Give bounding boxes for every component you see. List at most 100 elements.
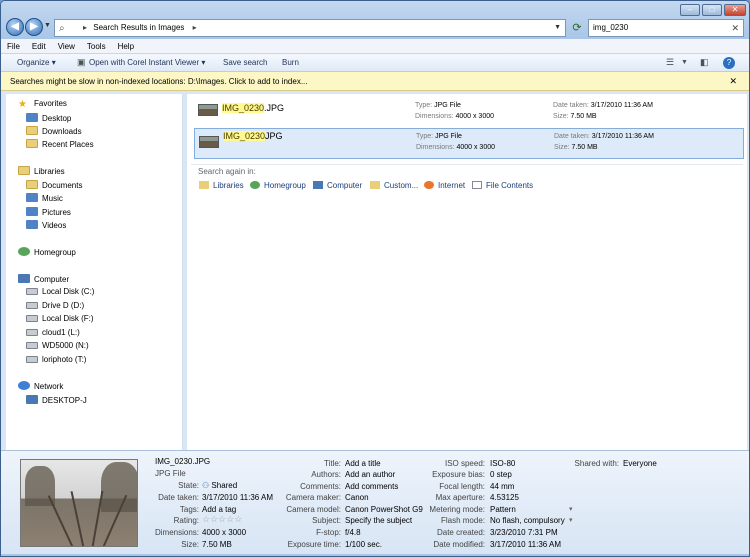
nav-music[interactable]: Music (26, 193, 63, 203)
search-input[interactable]: img_0230 ✕ (588, 19, 744, 37)
documents-icon (26, 180, 38, 189)
network-drive-icon (26, 356, 38, 363)
recent-places-icon (26, 139, 38, 148)
details-focal-length[interactable]: 44 mm (490, 482, 514, 491)
menu-file[interactable]: File (1, 39, 26, 51)
close-infobar-icon[interactable]: ✕ (729, 76, 737, 87)
metering-dropdown-icon[interactable]: ▾ (569, 505, 573, 513)
search-again-file-contents[interactable]: File Contents (472, 181, 533, 190)
details-authors[interactable]: Add an author (345, 470, 395, 479)
nav-drive-n[interactable]: WD5000 (N:) (26, 341, 89, 350)
nav-favorites[interactable]: ★ Favorites (18, 99, 67, 110)
details-camera-maker[interactable]: Canon (345, 493, 369, 502)
divider (191, 164, 743, 165)
details-metering-mode[interactable]: Pattern (490, 505, 516, 514)
nav-libraries[interactable]: Libraries (18, 166, 65, 176)
open-with-button[interactable]: Open with Corel Instant Viewer ▾ (89, 58, 205, 67)
details-filename: IMG_0230.JPG (155, 457, 211, 466)
result-filename[interactable]: IMG_0230JPG (223, 131, 283, 141)
details-max-aperture[interactable]: 4.53125 (490, 493, 519, 502)
nav-desktop[interactable]: Desktop (26, 113, 71, 123)
recent-pages-dropdown[interactable]: ▼ (44, 22, 51, 29)
rating-stars[interactable]: ☆☆☆☆☆ (202, 514, 242, 525)
nav-drive-c[interactable]: Local Disk (C:) (26, 287, 94, 296)
burn-button[interactable]: Burn (282, 58, 299, 67)
help-icon[interactable]: ? (723, 57, 735, 69)
flash-dropdown-icon[interactable]: ▾ (569, 516, 573, 524)
details-tags[interactable]: Add a tag (202, 505, 236, 514)
menu-bar: File Edit View Tools Help (1, 39, 749, 54)
image-thumbnail (198, 104, 218, 116)
nav-desktop-j[interactable]: DESKTOP-J (26, 395, 87, 405)
search-again-homegroup[interactable]: Homegroup (250, 181, 306, 190)
menu-help[interactable]: Help (112, 39, 140, 51)
desktop-icon (26, 113, 38, 122)
result-filename[interactable]: IMG_0230.JPG (222, 103, 284, 113)
details-state: ⚇ Shared (202, 481, 238, 490)
breadcrumb-chevron-icon[interactable]: ▸ (193, 23, 197, 32)
details-date-taken[interactable]: 3/17/2010 11:36 AM (202, 493, 273, 502)
nav-network[interactable]: Network (18, 381, 63, 391)
save-search-button[interactable]: Save search (223, 58, 267, 67)
nav-pictures[interactable]: Pictures (26, 207, 71, 217)
preview-pane-icon[interactable]: ◧ (700, 57, 709, 68)
nav-drive-d[interactable]: Drive D (D:) (26, 301, 84, 310)
menu-edit[interactable]: Edit (26, 39, 52, 51)
back-button[interactable]: ◀ (6, 18, 24, 36)
nav-documents[interactable]: Documents (26, 180, 82, 190)
view-options-dropdown-icon[interactable]: ▼ (681, 59, 688, 66)
nav-homegroup[interactable]: Homegroup (18, 247, 76, 257)
organize-button[interactable]: Organize ▾ (17, 58, 56, 67)
view-options-icon[interactable]: ☰ (666, 57, 674, 68)
title-address-bar: – □ ✕ ◀ ▶ ▼ ⌕ ▸ Search Results in Images… (1, 1, 749, 39)
index-info-text[interactable]: Searches might be slow in non-indexed lo… (10, 77, 308, 86)
details-camera-model[interactable]: Canon PowerShot G9 (345, 505, 423, 514)
search-input-value[interactable]: img_0230 (593, 23, 628, 32)
navigation-pane: ★ Favorites Desktop Downloads Recent Plac… (6, 94, 183, 450)
nav-drive-t[interactable]: loriphoto (T:) (26, 355, 86, 364)
search-folder-icon: ⌕ (59, 23, 65, 34)
minimize-button[interactable]: – (680, 4, 700, 16)
nav-recent-places[interactable]: Recent Places (26, 139, 94, 149)
forward-button[interactable]: ▶ (25, 18, 43, 36)
search-again-computer[interactable]: Computer (313, 181, 362, 190)
maximize-button[interactable]: □ (702, 4, 722, 16)
details-iso[interactable]: ISO-80 (490, 459, 515, 468)
address-history-dropdown[interactable]: ▼ (554, 20, 561, 36)
back-arrow-icon: ◀ (11, 21, 19, 32)
index-info-bar[interactable]: Searches might be slow in non-indexed lo… (1, 72, 749, 91)
address-bar[interactable]: ⌕ ▸ Search Results in Images ▸ ▼ (54, 19, 566, 37)
close-button[interactable]: ✕ (724, 4, 746, 16)
details-size: 7.50 MB (202, 540, 232, 549)
result-row-selected[interactable]: IMG_0230JPG Type: JPG File Dimensions: 4… (194, 128, 744, 159)
details-f-stop[interactable]: f/4.8 (345, 528, 361, 537)
details-flash-mode[interactable]: No flash, compulsory (490, 516, 565, 525)
results-pane: IMG_0230.JPG Type: JPG File Dimensions: … (187, 94, 747, 450)
menu-tools[interactable]: Tools (81, 39, 112, 51)
details-exposure-time[interactable]: 1/100 sec. (345, 540, 382, 549)
search-again-libraries[interactable]: Libraries (199, 181, 244, 190)
nav-drive-l[interactable]: cloud1 (L:) (26, 328, 80, 337)
clear-search-icon[interactable]: ✕ (731, 20, 739, 36)
details-date-modified[interactable]: 3/17/2010 11:36 AM (490, 540, 561, 549)
details-comments[interactable]: Add comments (345, 482, 398, 491)
details-title[interactable]: Add a title (345, 459, 381, 468)
search-again-custom[interactable]: Custom... (370, 181, 418, 190)
nav-drive-f[interactable]: Local Disk (F:) (26, 314, 94, 323)
breadcrumb-search-results[interactable]: Search Results in Images (93, 23, 184, 32)
details-shared-with[interactable]: Everyone (623, 459, 657, 468)
details-date-created[interactable]: 3/23/2010 7:31 PM (490, 528, 558, 537)
refresh-icon[interactable]: ⟳ (570, 20, 584, 36)
nav-computer[interactable]: Computer (18, 274, 69, 284)
search-again-label: Search again in: (198, 167, 256, 176)
result-row[interactable]: IMG_0230.JPG Type: JPG File Dimensions: … (194, 97, 744, 128)
result-type: JPG File (434, 102, 461, 109)
breadcrumb-separator-icon[interactable]: ▸ (83, 23, 87, 32)
nav-downloads[interactable]: Downloads (26, 126, 82, 136)
nav-videos[interactable]: Videos (26, 220, 66, 230)
search-again-internet[interactable]: Internet (424, 181, 465, 190)
command-bar: Organize ▾ ▣ Open with Corel Instant Vie… (1, 54, 749, 72)
details-exposure-bias[interactable]: 0 step (490, 470, 512, 479)
details-subject[interactable]: Specify the subject (345, 516, 412, 525)
menu-view[interactable]: View (52, 39, 81, 51)
